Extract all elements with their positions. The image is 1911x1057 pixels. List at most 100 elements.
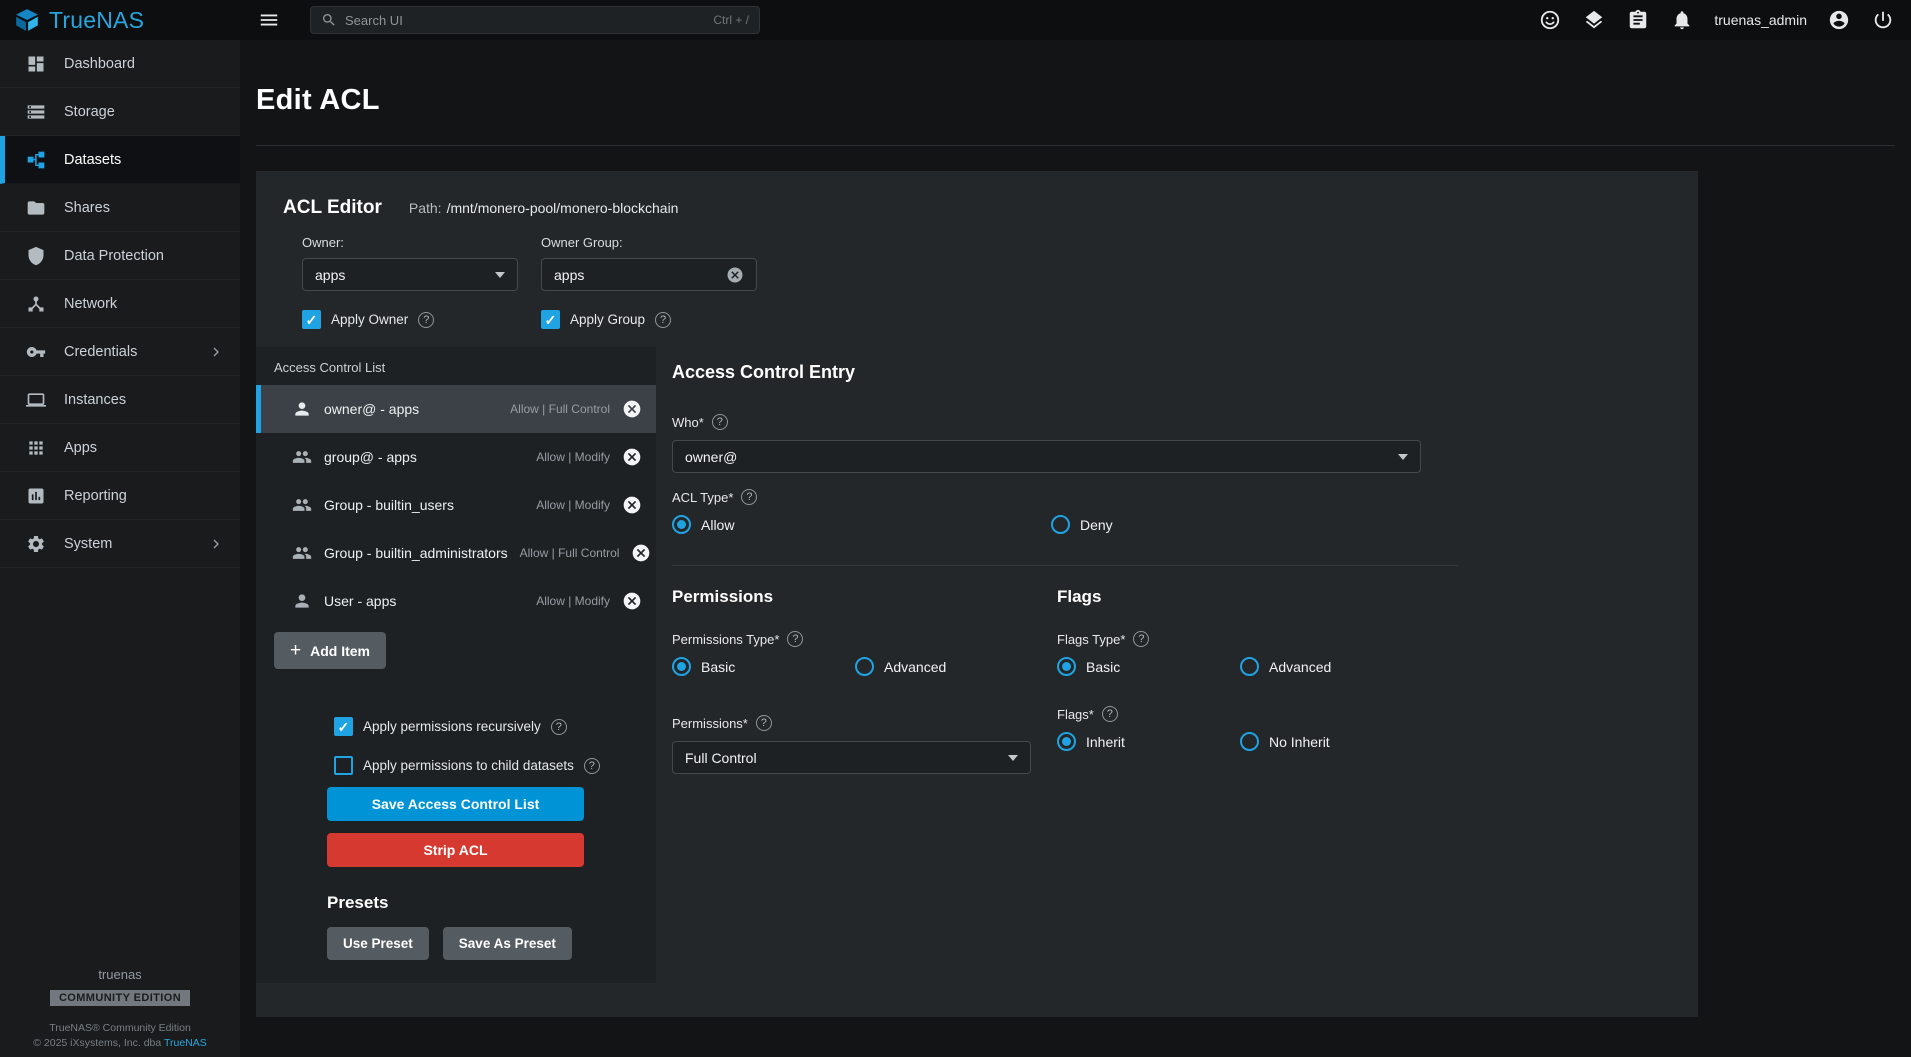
clear-icon[interactable] bbox=[726, 266, 744, 284]
sidebar-item-system[interactable]: System bbox=[0, 520, 240, 568]
chevron-down-icon bbox=[1008, 755, 1018, 761]
radio-permissions-advanced[interactable]: Advanced bbox=[855, 657, 1038, 676]
sidebar-item-data-protection[interactable]: Data Protection bbox=[0, 232, 240, 280]
acl-entry-permission: Allow | Modify bbox=[536, 498, 610, 512]
jobs-button[interactable] bbox=[1582, 8, 1606, 32]
acl-entry-name: group@ - apps bbox=[324, 449, 417, 465]
global-search[interactable]: Ctrl + / bbox=[310, 6, 760, 34]
copyright-brand-link[interactable]: TrueNAS bbox=[164, 1037, 207, 1049]
sidebar: Dashboard Storage Datasets Shares Data P… bbox=[0, 40, 240, 1057]
radio-basic-label: Basic bbox=[1086, 659, 1120, 675]
permissions-type-label: Permissions Type* bbox=[672, 632, 779, 647]
acl-editor-header: ACL Editor Path:/mnt/monero-pool/monero-… bbox=[256, 171, 1698, 347]
sidebar-item-network[interactable]: Network bbox=[0, 280, 240, 328]
radio-no-inherit[interactable]: No Inherit bbox=[1240, 732, 1423, 751]
save-acl-button[interactable]: Save Access Control List bbox=[327, 787, 584, 821]
help-icon[interactable] bbox=[655, 312, 671, 328]
use-preset-label: Use Preset bbox=[343, 936, 413, 951]
owner-field-group: Owner: apps Apply Owner bbox=[302, 235, 518, 329]
save-acl-label: Save Access Control List bbox=[372, 796, 540, 812]
radio-flags-advanced[interactable]: Advanced bbox=[1240, 657, 1423, 676]
sidebar-item-label: Shares bbox=[64, 200, 110, 216]
remove-ace-icon[interactable] bbox=[622, 447, 642, 467]
acl-entry-row-group[interactable]: group@ - apps Allow | Modify bbox=[256, 433, 656, 481]
help-icon[interactable] bbox=[551, 719, 567, 735]
permissions-heading: Permissions bbox=[672, 587, 1057, 607]
acl-entry-permission: Allow | Modify bbox=[536, 594, 610, 608]
search-input[interactable] bbox=[345, 13, 705, 28]
main-content: Edit ACL ACL Editor Path:/mnt/monero-poo… bbox=[240, 40, 1911, 1057]
owner-group-input[interactable]: apps bbox=[541, 258, 757, 291]
acl-entry-row-owner[interactable]: owner@ - apps Allow | Full Control bbox=[256, 385, 656, 433]
remove-ace-icon[interactable] bbox=[631, 543, 651, 563]
alerts-button[interactable] bbox=[1670, 8, 1694, 32]
sidebar-item-shares[interactable]: Shares bbox=[0, 184, 240, 232]
help-icon[interactable] bbox=[712, 414, 728, 430]
add-item-button[interactable]: Add Item bbox=[274, 632, 386, 669]
sidebar-item-label: Network bbox=[64, 296, 117, 312]
acl-entry-row-builtin-administrators[interactable]: Group - builtin_administrators Allow | F… bbox=[256, 529, 656, 577]
chevron-right-icon bbox=[208, 536, 224, 552]
remove-ace-icon[interactable] bbox=[622, 591, 642, 611]
radio-deny[interactable]: Deny bbox=[1051, 515, 1234, 534]
acl-entry-row-builtin-users[interactable]: Group - builtin_users Allow | Modify bbox=[256, 481, 656, 529]
help-icon[interactable] bbox=[1133, 631, 1149, 647]
save-as-preset-button[interactable]: Save As Preset bbox=[443, 927, 572, 960]
help-icon[interactable] bbox=[787, 631, 803, 647]
truenas-logo-icon bbox=[14, 7, 40, 33]
gear-icon bbox=[26, 534, 46, 554]
sidebar-item-credentials[interactable]: Credentials bbox=[0, 328, 240, 376]
account-button[interactable] bbox=[1827, 8, 1851, 32]
edition-line: TrueNAS® Community Edition bbox=[0, 1022, 240, 1034]
recursive-checkbox[interactable] bbox=[334, 717, 353, 736]
owner-label: Owner: bbox=[302, 235, 518, 250]
radio-inherit[interactable]: Inherit bbox=[1057, 732, 1240, 751]
help-icon[interactable] bbox=[418, 312, 434, 328]
help-icon[interactable] bbox=[584, 758, 600, 774]
permissions-select[interactable]: Full Control bbox=[672, 741, 1031, 774]
who-value: owner@ bbox=[685, 449, 737, 465]
child-datasets-checkbox[interactable] bbox=[334, 756, 353, 775]
sidebar-item-label: Storage bbox=[64, 104, 115, 120]
remove-ace-icon[interactable] bbox=[622, 495, 642, 515]
chevron-right-icon bbox=[208, 344, 224, 360]
sidebar-item-storage[interactable]: Storage bbox=[0, 88, 240, 136]
datasets-tree-icon bbox=[26, 150, 46, 170]
owner-select[interactable]: apps bbox=[302, 258, 518, 291]
use-preset-button[interactable]: Use Preset bbox=[327, 927, 429, 960]
radio-permissions-basic[interactable]: Basic bbox=[672, 657, 855, 676]
sidebar-item-datasets[interactable]: Datasets bbox=[0, 136, 240, 184]
help-icon[interactable] bbox=[1102, 706, 1118, 722]
key-icon bbox=[26, 342, 46, 362]
clipboard-icon bbox=[1627, 9, 1649, 31]
radio-allow[interactable]: Allow bbox=[672, 515, 1051, 534]
acl-type-label: ACL Type* bbox=[672, 490, 733, 505]
acl-entry-row-user-apps[interactable]: User - apps Allow | Modify bbox=[256, 577, 656, 625]
who-select[interactable]: owner@ bbox=[672, 440, 1421, 473]
apply-owner-checkbox[interactable] bbox=[302, 310, 321, 329]
brand[interactable]: TrueNAS bbox=[0, 7, 240, 34]
acl-entry-name: Group - builtin_users bbox=[324, 497, 454, 513]
flags-type-radio-group: Basic Advanced bbox=[1057, 657, 1698, 676]
help-icon[interactable] bbox=[741, 489, 757, 505]
sidebar-item-dashboard[interactable]: Dashboard bbox=[0, 40, 240, 88]
group-icon bbox=[292, 495, 312, 515]
acl-type-radio-group: Allow Deny bbox=[672, 515, 1698, 534]
apply-group-checkbox[interactable] bbox=[541, 310, 560, 329]
help-icon[interactable] bbox=[756, 715, 772, 731]
power-button[interactable] bbox=[1871, 8, 1895, 32]
radio-flags-basic[interactable]: Basic bbox=[1057, 657, 1240, 676]
remove-ace-icon[interactable] bbox=[622, 399, 642, 419]
strip-acl-label: Strip ACL bbox=[423, 842, 487, 858]
tasks-button[interactable] bbox=[1626, 8, 1650, 32]
sidebar-item-apps[interactable]: Apps bbox=[0, 424, 240, 472]
sidebar-item-instances[interactable]: Instances bbox=[0, 376, 240, 424]
radio-icon bbox=[1057, 657, 1076, 676]
radio-icon bbox=[1240, 657, 1259, 676]
menu-toggle-button[interactable] bbox=[252, 3, 286, 37]
strip-acl-button[interactable]: Strip ACL bbox=[327, 833, 584, 867]
sidebar-item-reporting[interactable]: Reporting bbox=[0, 472, 240, 520]
topbar: TrueNAS Ctrl + / truenas_admin bbox=[0, 0, 1911, 40]
section-divider bbox=[672, 565, 1458, 566]
feedback-button[interactable] bbox=[1538, 8, 1562, 32]
